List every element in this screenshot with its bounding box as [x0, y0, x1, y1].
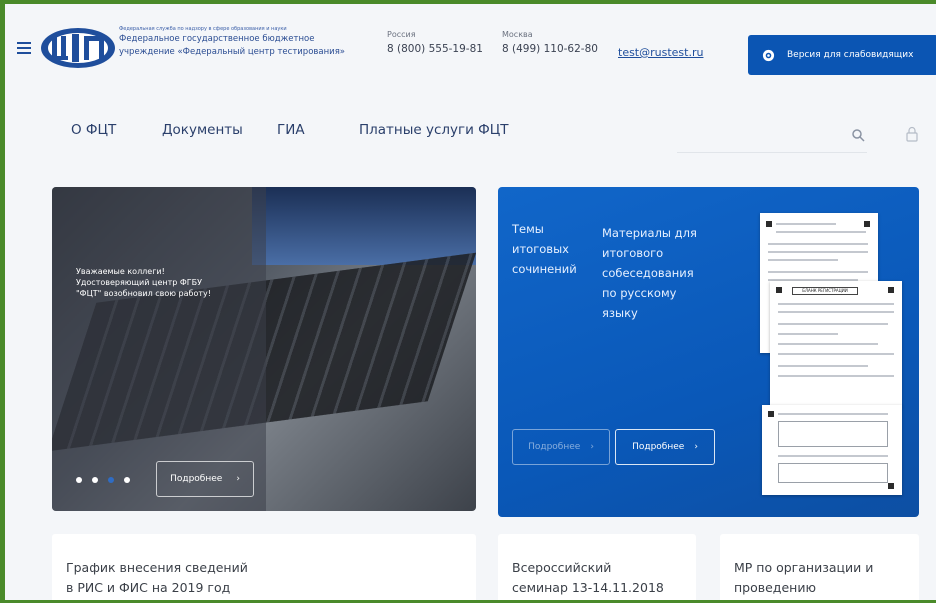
news-card-guidelines[interactable]: МР по организации и проведению	[720, 534, 919, 600]
news-slider[interactable]: Уважаемые коллеги! Удостоверяющий центр …	[52, 187, 476, 511]
menu-icon[interactable]	[17, 42, 31, 57]
site-header: Федеральная служба по надзору в сфере об…	[5, 4, 936, 84]
lock-icon[interactable]	[906, 126, 918, 142]
topic-line: собеседования	[602, 266, 694, 280]
form-title: БЛАНК РЕГИСТРАЦИИ	[792, 287, 858, 295]
main-nav: О ФЦТ Документы ГИА Платные услуги ФЦТ	[5, 122, 936, 152]
topic-line: по русскому	[602, 286, 677, 300]
topic-line: сочинений	[512, 262, 577, 276]
slide-text-line: "ФЦТ" возобновил свою работу!	[76, 289, 211, 298]
slider-dot[interactable]	[76, 477, 82, 483]
slider-dot-active[interactable]	[108, 477, 114, 483]
more-button-label: Подробнее	[170, 474, 223, 484]
phone-moscow: Москва 8 (499) 110-62-80	[502, 29, 598, 58]
phone-number[interactable]: 8 (800) 555-19-81	[387, 40, 483, 58]
exam-materials-banner: Темы итоговых сочинений Материалы для ит…	[498, 187, 919, 517]
chevron-right-icon: ›	[236, 474, 240, 484]
low-vision-version-button[interactable]: Версия для слабовидящих	[748, 35, 936, 75]
card-title-line: МР по организации и	[734, 560, 874, 575]
nav-item-documents[interactable]: Документы	[162, 122, 243, 138]
eye-icon	[762, 49, 775, 61]
essays-more-button[interactable]: Подробнее ›	[512, 429, 610, 465]
answer-form-image	[762, 405, 902, 495]
chevron-right-icon: ›	[590, 442, 594, 452]
card-title-line: семинар 13-14.11.2018	[512, 580, 664, 595]
laptop-image	[252, 187, 476, 265]
topic-line: Темы	[512, 222, 544, 236]
topic-line: итогового	[602, 246, 664, 260]
news-card-seminar[interactable]: Всероссийский семинар 13-14.11.2018	[498, 534, 696, 600]
slide-text-line: Удостоверяющий центр ФГБУ	[76, 278, 202, 287]
more-button-label: Подробнее	[528, 442, 581, 452]
page-frame: Федеральная служба по надзору в сфере об…	[0, 0, 936, 603]
slider-pagination	[76, 477, 130, 483]
slide-more-button[interactable]: Подробнее ›	[156, 461, 254, 497]
phone-region-label: Москва	[502, 30, 533, 39]
chevron-right-icon: ›	[694, 442, 698, 452]
more-button-label: Подробнее	[632, 442, 685, 452]
card-text: График внесения сведений в РИС и ФИС на …	[66, 558, 248, 598]
card-text: Всероссийский семинар 13-14.11.2018	[512, 558, 664, 598]
org-line-2: учреждение «Федеральный центр тестирован…	[119, 47, 346, 57]
org-line-1: Федеральное государственное бюджетное	[119, 34, 315, 44]
org-ministry-text: Федеральная служба по надзору в сфере об…	[119, 26, 287, 32]
card-text: МР по организации и проведению	[734, 558, 873, 598]
nav-item-about[interactable]: О ФЦТ	[71, 122, 116, 138]
nav-item-gia[interactable]: ГИА	[277, 122, 305, 138]
search-icon[interactable]	[851, 128, 865, 142]
news-card-schedule[interactable]: График внесения сведений в РИС и ФИС на …	[52, 534, 476, 600]
slide-text-line: Уважаемые коллеги!	[76, 267, 165, 276]
topic-interview-materials[interactable]: Материалы для итогового собеседования по…	[602, 223, 697, 323]
registration-form-image: БЛАНК РЕГИСТРАЦИИ	[770, 281, 902, 407]
card-title-line: проведению	[734, 580, 816, 595]
topic-line: Материалы для	[602, 226, 697, 240]
low-vision-button-label: Версия для слабовидящих	[787, 50, 914, 60]
slide-text: Уважаемые коллеги! Удостоверяющий центр …	[76, 266, 276, 299]
fct-logo[interactable]	[39, 26, 117, 70]
topic-essays[interactable]: Темы итоговых сочинений	[512, 219, 577, 279]
slider-dot[interactable]	[92, 477, 98, 483]
phone-russia: Россия 8 (800) 555-19-81	[387, 29, 483, 58]
interview-more-button[interactable]: Подробнее ›	[615, 429, 715, 465]
organization-name: Федеральная служба по надзору в сфере об…	[119, 26, 369, 59]
card-title-line: Всероссийский	[512, 560, 612, 575]
phone-number[interactable]: 8 (499) 110-62-80	[502, 40, 598, 58]
topic-line: итоговых	[512, 242, 569, 256]
card-title-line: в РИС и ФИС на 2019 год	[66, 580, 231, 595]
email-link[interactable]: test@rustest.ru	[618, 46, 703, 59]
card-title-line: График внесения сведений	[66, 560, 248, 575]
search-input[interactable]	[677, 152, 867, 153]
topic-line: языку	[602, 306, 638, 320]
slider-dot[interactable]	[124, 477, 130, 483]
nav-item-paid-services[interactable]: Платные услуги ФЦТ	[359, 122, 509, 138]
phone-region-label: Россия	[387, 30, 416, 39]
